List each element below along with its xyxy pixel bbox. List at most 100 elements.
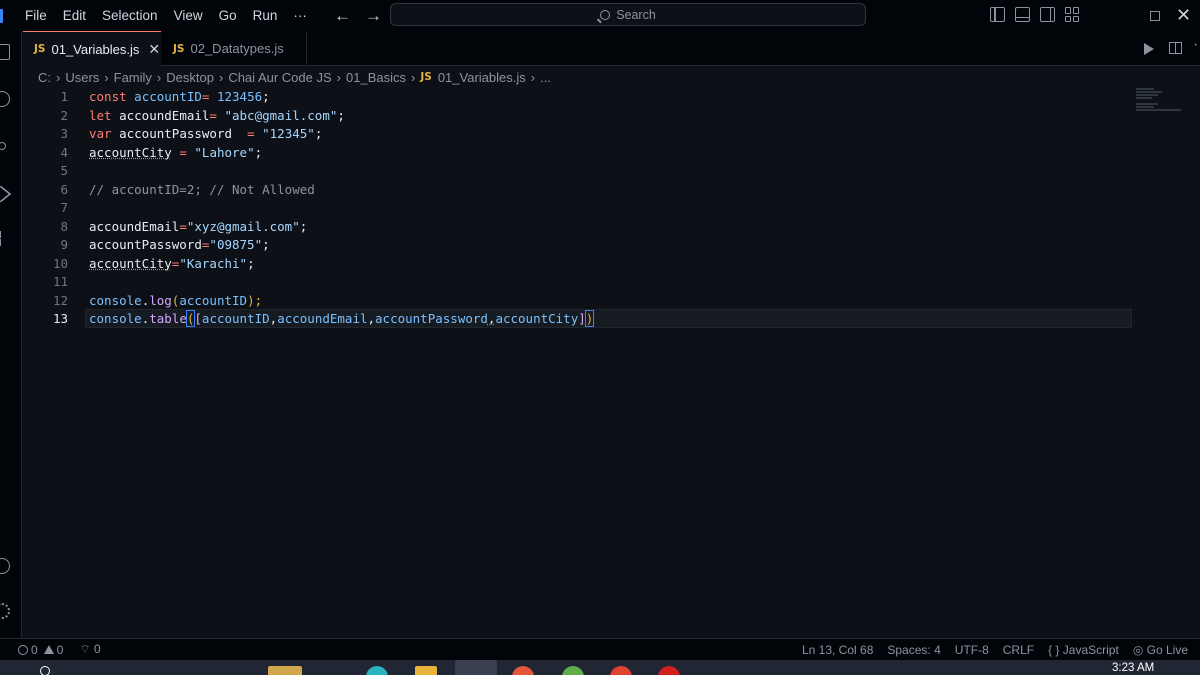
account-icon[interactable] — [0, 558, 10, 574]
menu-go[interactable]: Go — [211, 0, 245, 31]
breadcrumb-item[interactable]: Family — [114, 70, 152, 85]
menu-more[interactable]: ··· — [285, 0, 315, 31]
vscode-logo-icon[interactable] — [0, 8, 3, 23]
source-control-icon[interactable] — [0, 139, 10, 155]
line-number: 6 — [60, 181, 68, 197]
tab-label: 02_Datatypes.js — [190, 41, 284, 56]
line-number: 11 — [52, 274, 68, 289]
tab-label: 01_Variables.js — [51, 41, 140, 57]
line-number: 12 — [52, 292, 68, 308]
explorer-icon[interactable] — [0, 44, 10, 60]
chrome-icon[interactable] — [610, 666, 632, 675]
braces-icon: { } — [1048, 642, 1060, 657]
breadcrumb-item[interactable]: C: — [38, 70, 51, 85]
chevron-right-icon: › — [104, 69, 109, 85]
tab-01-variables[interactable]: JS 01_Variables.js ✕ — [23, 31, 161, 66]
extensions-icon[interactable] — [0, 231, 10, 247]
windows-taskbar: 3:23 AM — [0, 660, 1200, 675]
vscode-taskbar-icon[interactable] — [455, 660, 497, 675]
menu-selection[interactable]: Selection — [94, 0, 166, 31]
toggle-secondary-sidebar-icon[interactable] — [1040, 7, 1055, 22]
minimap[interactable] — [1136, 88, 1186, 118]
menu-edit[interactable]: Edit — [55, 0, 94, 31]
run-code-icon[interactable] — [1144, 43, 1154, 55]
chevron-right-icon: › — [56, 69, 61, 85]
end-of-line[interactable]: CRLF — [1003, 643, 1034, 657]
js-file-icon: JS — [173, 42, 185, 55]
code-line-8: accoundEmail="xyz@gmail.com"; — [89, 218, 308, 234]
opera-icon[interactable] — [658, 666, 680, 675]
breadcrumb-item[interactable]: Users — [65, 70, 99, 85]
command-search-box[interactable]: Search — [390, 3, 866, 26]
line-number-active: 13 — [52, 311, 68, 326]
menu-view[interactable]: View — [166, 0, 211, 31]
breadcrumb-item[interactable]: Desktop — [166, 70, 214, 85]
more-actions-icon[interactable]: ··· — [1193, 36, 1200, 54]
widgets-icon[interactable] — [268, 666, 302, 675]
run-debug-icon[interactable] — [0, 186, 11, 202]
editor-tab-bar: JS 01_Variables.js ✕ JS 02_Datatypes.js … — [23, 31, 1200, 66]
breadcrumb-file[interactable]: 01_Variables.js — [438, 70, 526, 85]
menu-file[interactable]: File — [17, 0, 55, 31]
chevron-right-icon: › — [156, 69, 162, 85]
chevron-right-icon: › — [218, 69, 224, 85]
line-number: 3 — [60, 126, 68, 141]
indentation[interactable]: Spaces: 4 — [887, 643, 940, 657]
cursor-position[interactable]: Ln 13, Col 68 — [802, 643, 873, 657]
status-left: 00 ⌔ 0 — [18, 642, 101, 657]
code-line-12: console.log(accountID); — [89, 292, 263, 308]
close-window-button[interactable]: ✕ — [1176, 0, 1191, 31]
search-icon — [600, 9, 611, 20]
taskbar-clock[interactable]: 3:23 AM — [1112, 662, 1154, 674]
back-arrow-icon[interactable]: ← — [334, 6, 351, 26]
code-line-13: console.table([accountID,accoundEmail,ac… — [89, 310, 595, 327]
restore-window-button[interactable] — [1150, 0, 1160, 31]
code-line-9: accountPassword="09875"; — [89, 237, 270, 252]
problems-indicator[interactable]: 00 — [18, 643, 63, 657]
breadcrumb-symbols[interactable]: ... — [540, 70, 551, 85]
breadcrumb-item[interactable]: Chai Aur Code JS — [228, 70, 331, 85]
code-line-1: const accountID= 123456; — [89, 89, 270, 104]
js-file-icon: JS — [34, 43, 46, 55]
breadcrumb-item[interactable]: 01_Basics — [346, 70, 406, 85]
code-line-4: accountCity = "Lahore"; — [89, 144, 263, 160]
language-mode[interactable]: { } JavaScript — [1048, 643, 1119, 657]
code-line-6: // accountID=2; // Not Allowed — [89, 181, 315, 197]
forward-arrow-icon[interactable]: → — [365, 6, 382, 26]
line-number: 1 — [60, 89, 68, 104]
app-icon[interactable] — [562, 666, 584, 675]
code-content[interactable]: const accountID= 123456; let accoundEmai… — [89, 88, 595, 329]
menu-run[interactable]: Run — [245, 0, 286, 31]
app-icon[interactable] — [512, 666, 534, 675]
navigation-arrows: ← → — [334, 0, 382, 31]
edge-browser-icon[interactable] — [366, 666, 388, 675]
split-editor-icon[interactable] — [1169, 42, 1182, 54]
search-icon[interactable] — [40, 666, 50, 675]
code-line-10: accountCity="Karachi"; — [89, 255, 255, 271]
toggle-primary-sidebar-icon[interactable] — [990, 7, 1005, 22]
code-editor[interactable]: 1 2 3 4 5 6 7 8 9 10 11 12 13 const acco… — [23, 88, 1200, 638]
broadcast-icon: ⌔ — [79, 642, 94, 656]
line-number-gutter: 1 2 3 4 5 6 7 8 9 10 11 12 13 — [23, 88, 68, 329]
file-explorer-icon[interactable] — [415, 666, 437, 675]
customize-layout-icon[interactable] — [1065, 7, 1080, 22]
line-number: 9 — [60, 237, 68, 252]
line-number: 2 — [60, 107, 68, 123]
search-view-icon[interactable] — [0, 91, 10, 107]
warning-icon — [43, 644, 54, 654]
toggle-panel-icon[interactable] — [1015, 7, 1030, 22]
ports-indicator[interactable]: ⌔ 0 — [79, 642, 100, 657]
tab-02-datatypes[interactable]: JS 02_Datatypes.js — [162, 31, 307, 66]
code-line-2: let accoundEmail= "abc@gmail.com"; — [89, 107, 345, 123]
status-bar: 00 ⌔ 0 Ln 13, Col 68 Spaces: 4 UTF-8 CRL… — [0, 638, 1200, 660]
chevron-right-icon: › — [336, 69, 341, 85]
go-live-button[interactable]: ◎ Go Live — [1133, 643, 1188, 657]
close-tab-icon[interactable]: ✕ — [148, 41, 160, 58]
chevron-right-icon: › — [410, 69, 416, 85]
menu-bar: File Edit Selection View Go Run ··· — [17, 0, 315, 31]
settings-gear-icon[interactable] — [0, 603, 10, 619]
encoding[interactable]: UTF-8 — [955, 643, 989, 657]
search-placeholder: Search — [616, 7, 656, 22]
